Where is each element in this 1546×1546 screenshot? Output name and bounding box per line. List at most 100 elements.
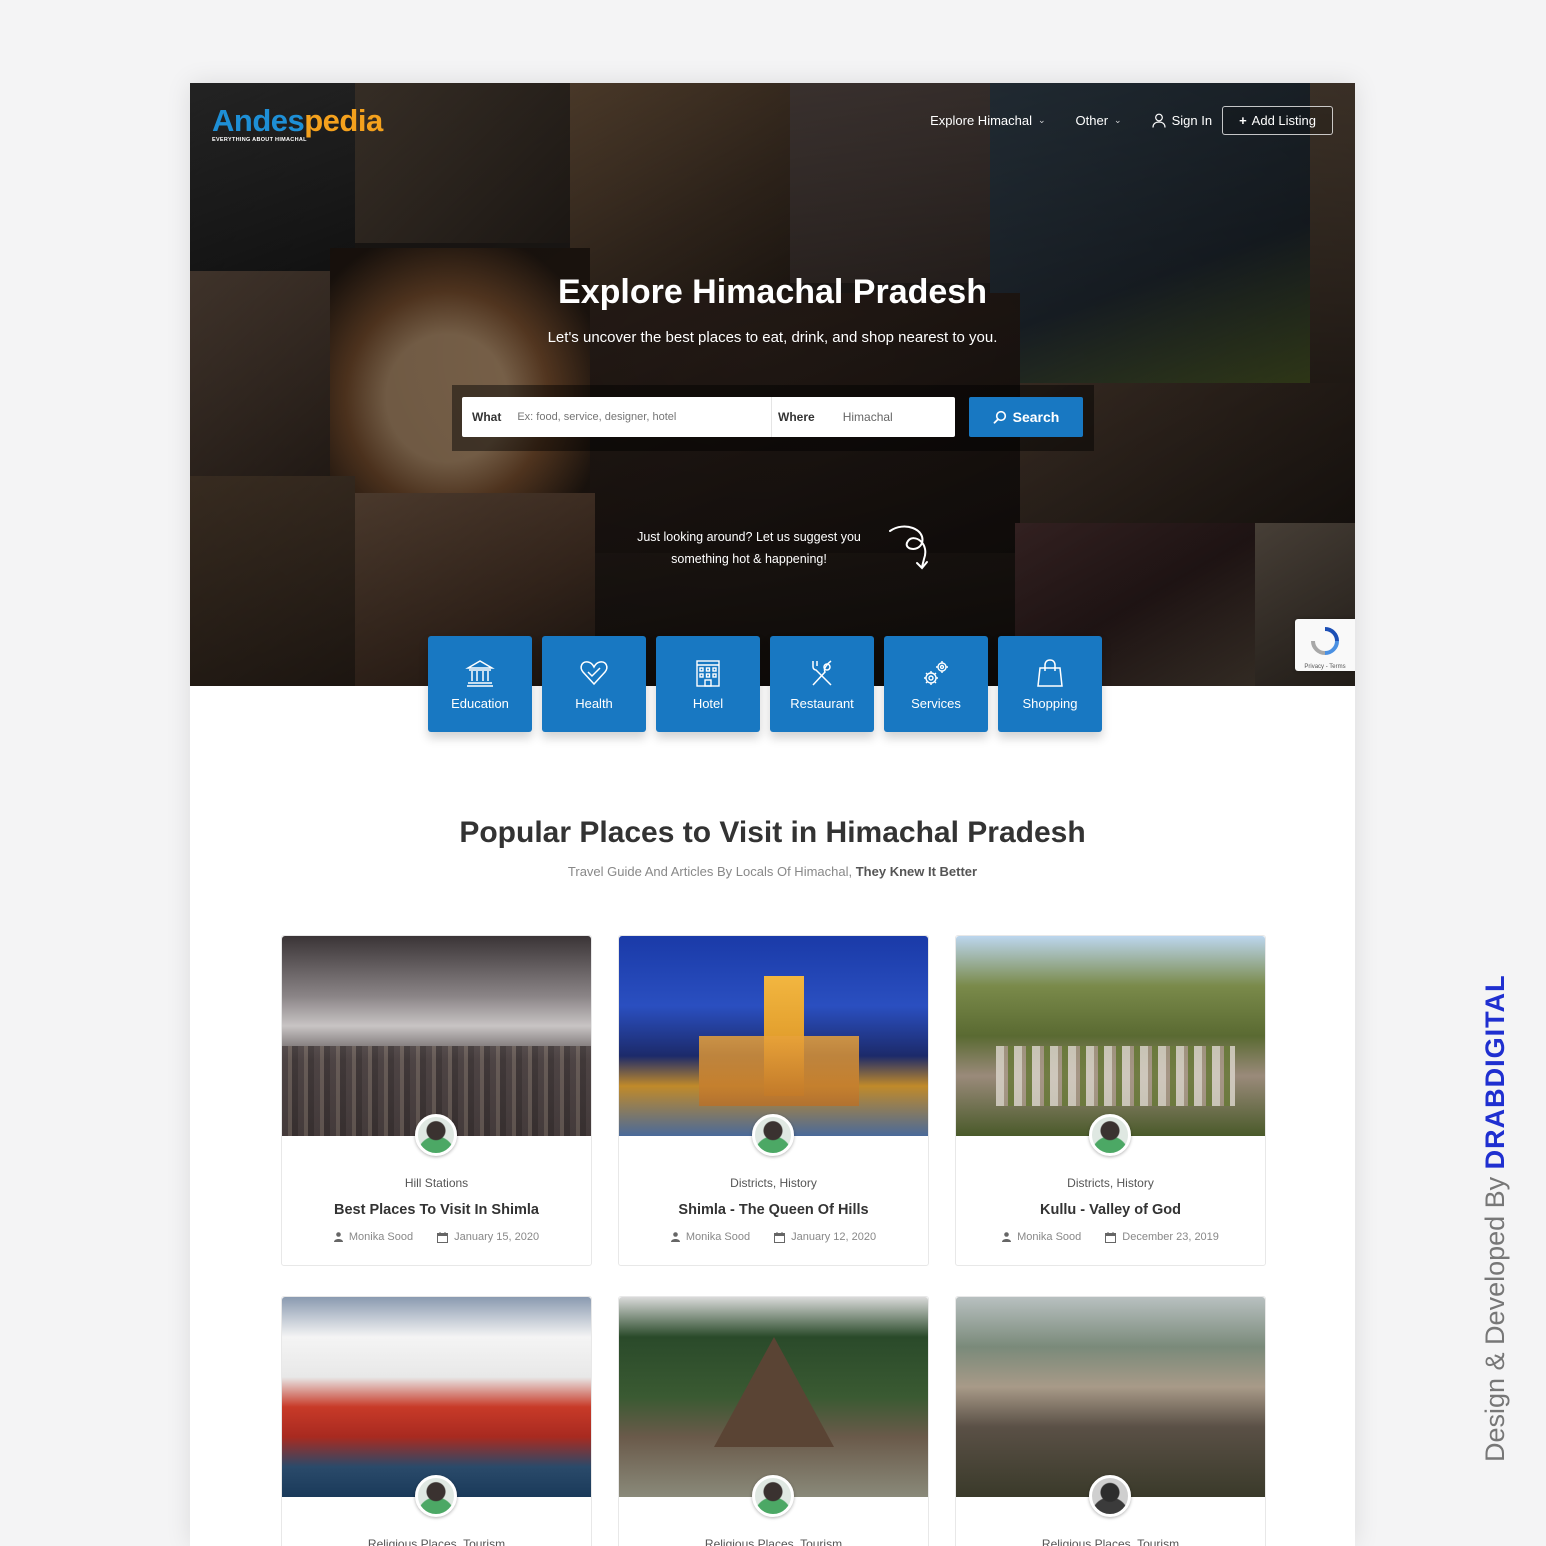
credit-brand[interactable]: DRABDIGITAL [1480, 974, 1510, 1169]
curly-arrow-icon [889, 525, 928, 570]
author-avatar[interactable] [415, 1475, 457, 1517]
card-meta: Monika Sood January 15, 2020 [282, 1231, 591, 1243]
post-date: December 23, 2019 [1122, 1231, 1219, 1243]
card-category[interactable]: Hill Stations [282, 1176, 591, 1190]
card-author[interactable]: Monika Sood [333, 1231, 414, 1243]
category-label: Education [451, 695, 509, 711]
add-listing-label: Add Listing [1251, 112, 1316, 128]
place-card[interactable]: Religious Places, Tourism [955, 1296, 1266, 1546]
search-panel: What Where Search [452, 385, 1094, 451]
card-title[interactable]: Kullu - Valley of God [956, 1202, 1265, 1218]
recaptcha-text: Privacy - Terms [1304, 664, 1346, 670]
card-image[interactable] [956, 936, 1265, 1136]
place-card[interactable]: Religious Places, Tourism [281, 1296, 592, 1546]
chevron-down-icon: ⌄ [1037, 114, 1046, 125]
suggest-line-1: Just looking around? Let us suggest you [637, 530, 861, 544]
recaptcha-badge[interactable]: Privacy - Terms [1295, 619, 1355, 671]
card-title[interactable]: Best Places To Visit In Shimla [282, 1202, 591, 1218]
card-meta: Monika Sood January 12, 2020 [619, 1231, 928, 1243]
author-avatar[interactable] [1089, 1114, 1131, 1156]
category-hotel[interactable]: Hotel [656, 636, 760, 732]
section-subtitle: Travel Guide And Articles By Locals Of H… [190, 864, 1355, 879]
calendar-icon [1105, 1231, 1117, 1243]
card-title[interactable]: Shimla - The Queen Of Hills [619, 1202, 928, 1218]
user-icon [1151, 113, 1166, 128]
calendar-icon [437, 1231, 449, 1243]
card-category[interactable]: Districts, History [619, 1176, 928, 1190]
where-input[interactable] [842, 410, 955, 424]
category-tiles: Education Health Hotel Restaurant Servic… [428, 636, 1102, 732]
author-avatar[interactable] [752, 1114, 794, 1156]
logo-text-part1: Andes [212, 103, 305, 138]
place-card[interactable]: Hill Stations Best Places To Visit In Sh… [281, 935, 592, 1266]
card-image[interactable] [619, 936, 928, 1136]
what-label: What [472, 410, 502, 424]
plus-icon: + [1239, 112, 1247, 128]
card-author[interactable]: Monika Sood [1002, 1231, 1081, 1243]
nav-explore-label: Explore Himachal [930, 112, 1032, 128]
hero-title: Explore Himachal Pradesh [558, 273, 987, 311]
place-card[interactable]: Religious Places, Tourism [618, 1296, 929, 1546]
credit-text: Design & Developed By DRABDIGITAL [1480, 974, 1511, 1462]
gears-icon [924, 660, 948, 685]
card-category[interactable]: Districts, History [956, 1176, 1265, 1190]
section-title: Popular Places to Visit in Himachal Prad… [459, 816, 1086, 849]
card-category[interactable]: Religious Places, Tourism [619, 1537, 928, 1546]
author-avatar[interactable] [752, 1475, 794, 1517]
suggest-line-2: something hot & happening! [671, 552, 827, 566]
sign-in-link[interactable]: Sign In [1151, 113, 1212, 128]
card-image[interactable] [619, 1297, 928, 1497]
card-date: December 23, 2019 [1105, 1231, 1219, 1243]
card-category[interactable]: Religious Places, Tourism [282, 1537, 591, 1546]
category-label: Shopping [1022, 695, 1078, 711]
category-restaurant[interactable]: Restaurant [770, 636, 874, 732]
card-image[interactable] [282, 936, 591, 1136]
heart-icon [580, 660, 608, 685]
nav-explore-himachal[interactable]: Explore Himachal ⌄ [930, 113, 1045, 128]
nav-other-label: Other [1075, 112, 1109, 128]
search-icon [993, 410, 1006, 424]
hero-banner: Andespedia EVERYTHING ABOUT HIMACHAL Exp… [190, 83, 1355, 686]
search-box: What Where [462, 397, 955, 437]
card-image[interactable] [956, 1297, 1265, 1497]
author-avatar[interactable] [415, 1114, 457, 1156]
post-date: January 15, 2020 [454, 1231, 540, 1243]
add-listing-button[interactable]: + Add Listing [1222, 105, 1333, 135]
what-field: What [462, 397, 772, 437]
what-input[interactable] [517, 411, 771, 423]
place-card[interactable]: Districts, History Kullu - Valley of God… [955, 935, 1266, 1266]
card-date: January 12, 2020 [774, 1231, 876, 1243]
bag-icon [1037, 658, 1063, 687]
post-date: January 12, 2020 [791, 1231, 877, 1243]
author-name: Monika Sood [1017, 1231, 1082, 1243]
category-services[interactable]: Services [884, 636, 988, 732]
site-logo[interactable]: Andespedia EVERYTHING ABOUT HIMACHAL [212, 105, 383, 143]
page-frame: Andespedia EVERYTHING ABOUT HIMACHAL Exp… [190, 83, 1355, 1546]
card-category[interactable]: Religious Places, Tourism [956, 1537, 1265, 1546]
author-avatar[interactable] [1089, 1475, 1131, 1517]
user-icon [1002, 1232, 1012, 1242]
place-card[interactable]: Districts, History Shimla - The Queen Of… [618, 935, 929, 1266]
author-name: Monika Sood [348, 1231, 414, 1243]
where-field: Where [772, 397, 955, 437]
suggest-text: Just looking around? Let us suggest you … [614, 526, 884, 570]
recaptcha-icon [1311, 627, 1339, 655]
nav-other[interactable]: Other ⌄ [1076, 113, 1122, 128]
top-nav: Explore Himachal ⌄ Other ⌄ Sign In + Add… [900, 105, 1333, 135]
card-date: January 15, 2020 [437, 1231, 539, 1243]
category-label: Hotel [692, 695, 724, 711]
search-button-label: Search [1012, 409, 1060, 425]
credit-prefix: Design & Developed By [1480, 1176, 1510, 1462]
where-label: Where [778, 410, 815, 424]
building-icon [696, 659, 720, 687]
category-label: Services [911, 695, 961, 711]
user-icon [670, 1232, 680, 1242]
card-author[interactable]: Monika Sood [670, 1231, 750, 1243]
category-shopping[interactable]: Shopping [998, 636, 1102, 732]
category-education[interactable]: Education [428, 636, 532, 732]
category-health[interactable]: Health [542, 636, 646, 732]
search-button[interactable]: Search [969, 397, 1083, 437]
card-image[interactable] [282, 1297, 591, 1497]
bank-icon [465, 659, 495, 687]
calendar-icon [774, 1231, 786, 1243]
